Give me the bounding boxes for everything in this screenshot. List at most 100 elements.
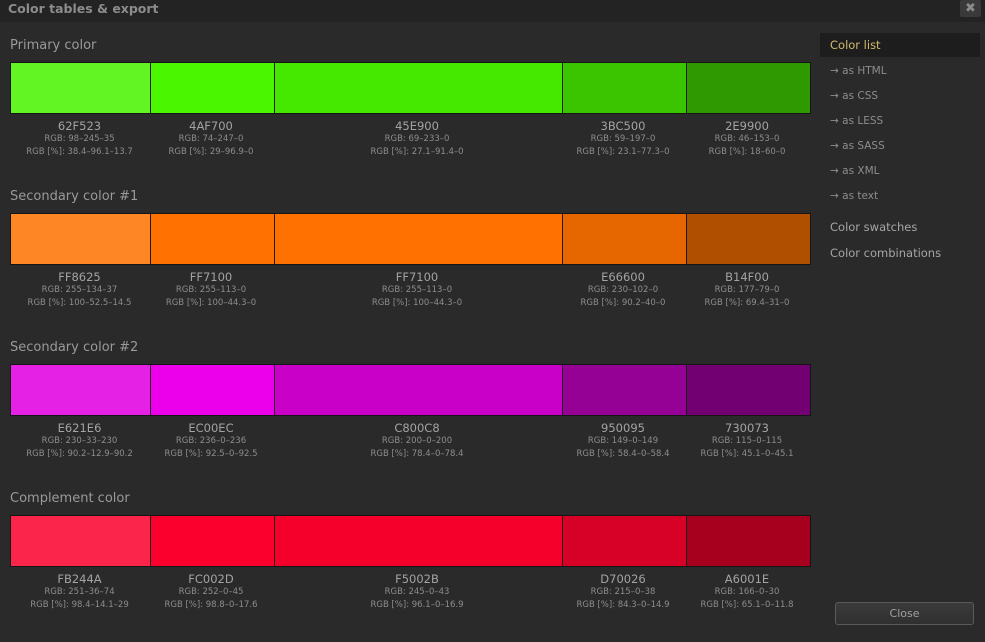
sidebar: Color list → as HTML → as CSS → as LESS … bbox=[820, 22, 985, 642]
color-swatch[interactable] bbox=[274, 516, 562, 566]
hex-code: F5002B bbox=[395, 572, 439, 586]
swatch-info: F5002B RGB: 245–0–43 RGB [%]: 96.1–0–16.… bbox=[273, 572, 561, 612]
color-swatch[interactable] bbox=[274, 63, 562, 113]
swatch-info: 45E900 RGB: 69–233–0 RGB [%]: 27.1–91.4–… bbox=[273, 119, 561, 159]
rgb-percent-value: RGB [%]: 23.1–77.3–0 bbox=[576, 147, 670, 157]
title-bar: Color tables & export ✖ bbox=[0, 0, 985, 22]
color-strip bbox=[10, 364, 811, 416]
rgb-value: RGB: 245–0–43 bbox=[384, 587, 450, 597]
sidebar-item-color-swatches[interactable]: Color swatches bbox=[820, 215, 980, 239]
section-secondary-color-1: Secondary color #1 FF8625 RGB: 255–134–3… bbox=[10, 173, 812, 323]
hex-code: FF7100 bbox=[189, 270, 233, 284]
color-swatch[interactable] bbox=[11, 516, 150, 566]
swatch-info: FF8625 RGB: 255–134–37 RGB [%]: 100–52.5… bbox=[10, 270, 149, 310]
section-complement-color: Complement color FB244A RGB: 251–36–74 R… bbox=[10, 475, 812, 625]
swatch-info: A6001E RGB: 166–0–30 RGB [%]: 65.1–0–11.… bbox=[685, 572, 809, 612]
rgb-value: RGB: 236–0–236 bbox=[175, 436, 247, 446]
color-swatch[interactable] bbox=[11, 214, 150, 264]
color-swatch[interactable] bbox=[562, 63, 686, 113]
color-swatch[interactable] bbox=[562, 365, 686, 415]
color-swatch[interactable] bbox=[274, 214, 562, 264]
swatch-info: FF7100 RGB: 255–113–0 RGB [%]: 100–44.3–… bbox=[149, 270, 273, 310]
color-swatch[interactable] bbox=[562, 516, 686, 566]
swatch-info: 3BC500 RGB: 59–197–0 RGB [%]: 23.1–77.3–… bbox=[561, 119, 685, 159]
hex-code: D70026 bbox=[600, 572, 646, 586]
swatch-info: E66600 RGB: 230–102–0 RGB [%]: 90.2–40–0 bbox=[561, 270, 685, 310]
sidebar-item-as-less[interactable]: → as LESS bbox=[820, 109, 980, 133]
hex-code: 4AF700 bbox=[189, 119, 233, 133]
rgb-value: RGB: 255–113–0 bbox=[175, 285, 247, 295]
section-title: Primary color bbox=[10, 38, 97, 53]
rgb-value: RGB: 177–79–0 bbox=[714, 285, 780, 295]
close-icon[interactable]: ✖ bbox=[960, 0, 981, 17]
rgb-percent-value: RGB [%]: 100–44.3–0 bbox=[371, 298, 463, 308]
rgb-percent-value: RGB [%]: 84.3–0–14.9 bbox=[576, 600, 670, 610]
sidebar-item-as-css[interactable]: → as CSS bbox=[820, 84, 980, 108]
color-swatch[interactable] bbox=[686, 365, 810, 415]
rgb-percent-value: RGB [%]: 18–60–0 bbox=[708, 147, 786, 157]
swatch-info: 62F523 RGB: 98–245–35 RGB [%]: 38.4–96.1… bbox=[10, 119, 149, 159]
sidebar-item-as-xml[interactable]: → as XML bbox=[820, 159, 980, 183]
color-swatch[interactable] bbox=[562, 214, 686, 264]
section-title: Complement color bbox=[10, 491, 130, 506]
rgb-value: RGB: 59–197–0 bbox=[590, 134, 656, 144]
window-title: Color tables & export bbox=[8, 1, 159, 16]
color-swatch[interactable] bbox=[686, 63, 810, 113]
color-swatch[interactable] bbox=[686, 516, 810, 566]
swatch-info: D70026 RGB: 215–0–38 RGB [%]: 84.3–0–14.… bbox=[561, 572, 685, 612]
color-swatch[interactable] bbox=[686, 214, 810, 264]
swatch-info: 950095 RGB: 149–0–149 RGB [%]: 58.4–0–58… bbox=[561, 421, 685, 461]
rgb-value: RGB: 74–247–0 bbox=[178, 134, 244, 144]
swatch-info: 2E9900 RGB: 46–153–0 RGB [%]: 18–60–0 bbox=[685, 119, 809, 159]
hex-code: FB244A bbox=[57, 572, 102, 586]
hex-code: FF8625 bbox=[58, 270, 101, 284]
hex-code: B14F00 bbox=[725, 270, 769, 284]
sidebar-item-as-html[interactable]: → as HTML bbox=[820, 59, 980, 83]
rgb-percent-value: RGB [%]: 78.4–0–78.4 bbox=[370, 449, 464, 459]
section-title: Secondary color #1 bbox=[10, 189, 139, 204]
rgb-percent-value: RGB [%]: 90.2–12.9–90.2 bbox=[26, 449, 133, 459]
rgb-percent-value: RGB [%]: 58.4–0–58.4 bbox=[576, 449, 670, 459]
rgb-value: RGB: 251–36–74 bbox=[44, 587, 115, 597]
sidebar-item-color-list[interactable]: Color list bbox=[820, 33, 980, 57]
hex-code: 730073 bbox=[725, 421, 769, 435]
rgb-percent-value: RGB [%]: 98.8–0–17.6 bbox=[164, 600, 258, 610]
rgb-value: RGB: 230–102–0 bbox=[587, 285, 659, 295]
color-swatch[interactable] bbox=[150, 365, 274, 415]
swatch-info: 730073 RGB: 115–0–115 RGB [%]: 45.1–0–45… bbox=[685, 421, 809, 461]
hex-code: FC002D bbox=[188, 572, 234, 586]
rgb-percent-value: RGB [%]: 92.5–0–92.5 bbox=[164, 449, 258, 459]
hex-code: 950095 bbox=[601, 421, 645, 435]
hex-code: A6001E bbox=[724, 572, 770, 586]
close-button[interactable]: Close bbox=[835, 602, 974, 625]
hex-code: EC00EC bbox=[188, 421, 234, 435]
color-swatch[interactable] bbox=[150, 214, 274, 264]
rgb-value: RGB: 255–134–37 bbox=[41, 285, 118, 295]
rgb-value: RGB: 149–0–149 bbox=[587, 436, 659, 446]
sidebar-item-color-combinations[interactable]: Color combinations bbox=[820, 241, 980, 265]
color-swatch[interactable] bbox=[150, 516, 274, 566]
rgb-value: RGB: 98–245–35 bbox=[44, 134, 115, 144]
hex-code: 45E900 bbox=[395, 119, 439, 133]
rgb-value: RGB: 166–0–30 bbox=[714, 587, 780, 597]
rgb-percent-value: RGB [%]: 100–44.3–0 bbox=[165, 298, 257, 308]
rgb-percent-value: RGB [%]: 90.2–40–0 bbox=[580, 298, 666, 308]
swatch-info: B14F00 RGB: 177–79–0 RGB [%]: 69.4–31–0 bbox=[685, 270, 809, 310]
sidebar-item-as-text[interactable]: → as text bbox=[820, 184, 980, 208]
color-swatch[interactable] bbox=[274, 365, 562, 415]
color-tables: Primary color 62F523 RGB: 98–245–35 RGB … bbox=[10, 22, 812, 642]
color-swatch[interactable] bbox=[11, 63, 150, 113]
swatch-info: EC00EC RGB: 236–0–236 RGB [%]: 92.5–0–92… bbox=[149, 421, 273, 461]
rgb-percent-value: RGB [%]: 98.4–14.1–29 bbox=[30, 600, 129, 610]
color-strip bbox=[10, 213, 811, 265]
color-swatch[interactable] bbox=[11, 365, 150, 415]
swatch-info: C800C8 RGB: 200–0–200 RGB [%]: 78.4–0–78… bbox=[273, 421, 561, 461]
rgb-percent-value: RGB [%]: 96.1–0–16.9 bbox=[370, 600, 464, 610]
rgb-value: RGB: 230–33–230 bbox=[41, 436, 118, 446]
rgb-value: RGB: 255–113–0 bbox=[381, 285, 453, 295]
hex-code: FF7100 bbox=[395, 270, 439, 284]
swatch-info: FC002D RGB: 252–0–45 RGB [%]: 98.8–0–17.… bbox=[149, 572, 273, 612]
sidebar-item-as-sass[interactable]: → as SASS bbox=[820, 134, 980, 158]
rgb-percent-value: RGB [%]: 45.1–0–45.1 bbox=[700, 449, 794, 459]
color-swatch[interactable] bbox=[150, 63, 274, 113]
